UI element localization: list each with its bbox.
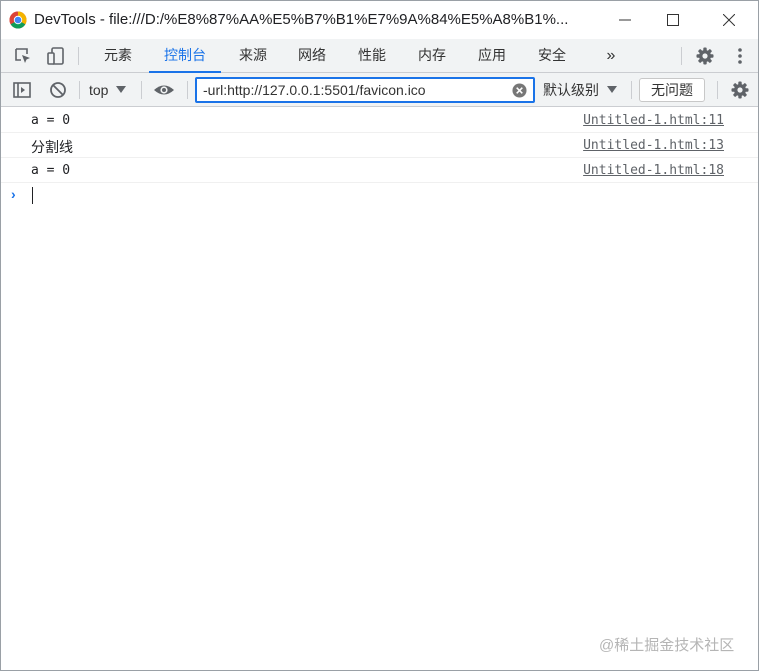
dropdown-arrow-icon: [607, 86, 617, 93]
tab-sources[interactable]: 来源: [229, 39, 277, 72]
toolbar-divider: [79, 81, 80, 99]
filter-input-value: -url:http://127.0.0.1:5501/favicon.ico: [203, 82, 426, 98]
console-message: a = 0 Untitled-1.html:11: [1, 108, 758, 133]
console-message: a = 0 Untitled-1.html:18: [1, 158, 758, 183]
title-bar: DevTools - file:///D:/%E8%87%AA%E5%B7%B1…: [1, 1, 758, 39]
block-icon: [50, 82, 66, 98]
toolbar-divider: [717, 81, 718, 99]
toolbar-divider: [78, 47, 79, 65]
message-text: 分割线: [31, 140, 73, 156]
device-toolbar-button[interactable]: [45, 45, 67, 67]
filter-input[interactable]: -url:http://127.0.0.1:5501/favicon.ico: [195, 77, 535, 103]
sidebar-toggle-button[interactable]: [11, 79, 33, 101]
inspect-cursor-icon: [15, 48, 30, 63]
issues-button[interactable]: 无问题: [639, 78, 705, 102]
context-value: top: [89, 82, 109, 98]
console-toolbar: top -url:http://127.0.0.1:5501/favicon.i…: [1, 73, 758, 107]
live-expression-button[interactable]: [153, 79, 175, 101]
toolbar-divider: [631, 81, 632, 99]
settings-button[interactable]: [694, 45, 716, 67]
tab-performance[interactable]: 性能: [348, 39, 396, 72]
tab-memory[interactable]: 内存: [408, 39, 456, 72]
panel-tab-bar: 元素 控制台 来源 网络 性能 内存 应用 安全 »: [1, 39, 758, 73]
clear-console-button[interactable]: [47, 79, 69, 101]
chrome-logo-icon: [9, 11, 27, 29]
source-link[interactable]: Untitled-1.html:13: [583, 138, 724, 153]
clear-filter-icon[interactable]: [512, 83, 527, 98]
source-link[interactable]: Untitled-1.html:18: [583, 163, 724, 178]
toolbar-divider: [681, 47, 682, 65]
more-vert-icon: [738, 48, 742, 64]
more-tabs-button[interactable]: »: [598, 39, 624, 72]
eye-icon: [154, 85, 174, 95]
maximize-button[interactable]: [650, 1, 696, 39]
tab-elements[interactable]: 元素: [93, 39, 143, 72]
minimize-button[interactable]: [602, 1, 648, 39]
log-level-selector[interactable]: 默认级别: [543, 80, 617, 100]
text-cursor: [32, 187, 33, 204]
inspect-element-button[interactable]: [12, 45, 34, 67]
toolbar-divider: [187, 81, 188, 99]
tab-security[interactable]: 安全: [528, 39, 576, 72]
gear-icon: [731, 81, 749, 99]
context-selector[interactable]: top: [89, 80, 127, 100]
toolbar-divider: [141, 81, 142, 99]
devtools-window: DevTools - file:///D:/%E8%87%AA%E5%B7%B1…: [0, 0, 759, 671]
console-message: 分割线 Untitled-1.html:13: [1, 133, 758, 158]
gear-icon: [696, 47, 714, 65]
close-button[interactable]: [706, 1, 752, 39]
tab-application[interactable]: 应用: [468, 39, 516, 72]
minimize-icon: [619, 19, 631, 21]
log-level-label: 默认级别: [543, 82, 599, 98]
watermark: @稀土掘金技术社区: [599, 637, 735, 654]
sidebar-toggle-icon: [13, 82, 31, 98]
device-mode-icon: [47, 47, 64, 65]
tab-network[interactable]: 网络: [288, 39, 336, 72]
message-text: a = 0: [31, 113, 71, 128]
console-prompt[interactable]: ›: [1, 183, 758, 209]
console-messages: a = 0 Untitled-1.html:11 分割线 Untitled-1.…: [1, 108, 758, 209]
tab-console[interactable]: 控制台: [149, 39, 221, 73]
prompt-chevron-icon: ›: [11, 186, 16, 202]
source-link[interactable]: Untitled-1.html:11: [583, 113, 724, 128]
dropdown-arrow-icon: [116, 86, 127, 93]
close-icon: [723, 14, 735, 26]
console-settings-button[interactable]: [729, 79, 751, 101]
message-text: a = 0: [31, 163, 71, 178]
customize-menu-button[interactable]: [729, 45, 751, 67]
window-title: DevTools - file:///D:/%E8%87%AA%E5%B7%B1…: [34, 11, 569, 28]
maximize-icon: [667, 14, 679, 26]
